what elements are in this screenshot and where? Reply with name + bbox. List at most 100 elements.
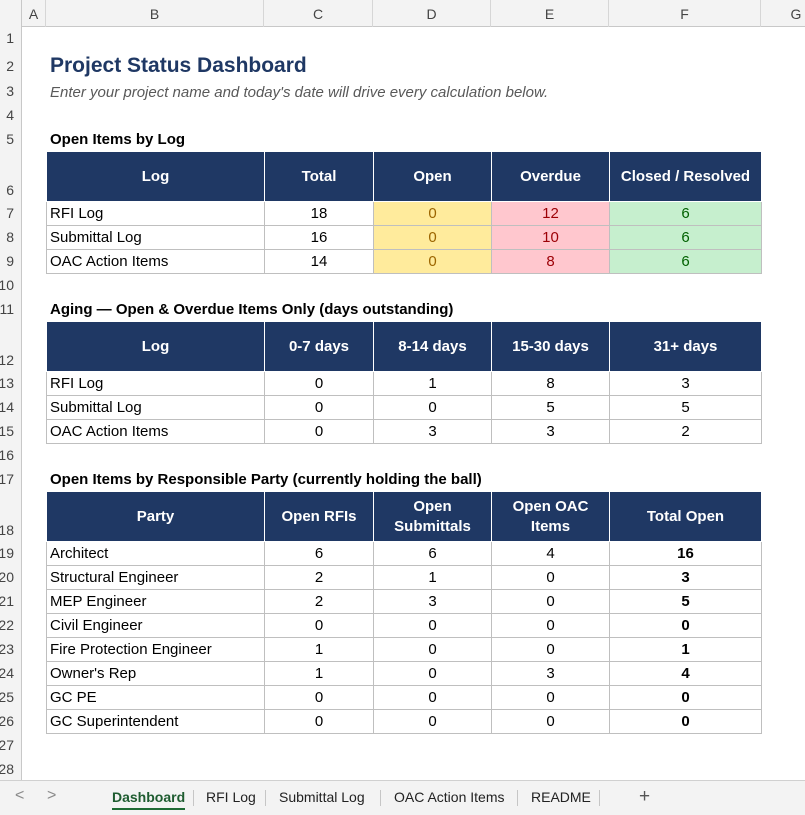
aging-cell[interactable]: 3 [609,371,762,396]
select-all-corner[interactable] [0,0,22,27]
row-header[interactable]: 20 [0,569,14,585]
column-header-g[interactable]: G [761,0,805,27]
row-header[interactable]: 11 [0,301,14,317]
open-cell[interactable]: 0 [373,201,492,226]
chevron-right-icon[interactable]: > [47,787,56,805]
rfis-cell[interactable]: 2 [264,565,374,590]
row-header[interactable]: 15 [0,423,14,439]
total-open-cell[interactable]: 4 [609,661,762,686]
submittals-cell[interactable]: 0 [373,637,492,662]
rfis-cell[interactable]: 1 [264,637,374,662]
total-open-cell[interactable]: 1 [609,637,762,662]
row-header[interactable]: 7 [0,205,14,221]
aging-cell[interactable]: 5 [609,395,762,420]
aging-cell[interactable]: 8 [491,371,610,396]
overdue-cell[interactable]: 10 [491,225,610,250]
header-cell[interactable]: Party [46,491,265,542]
total-cell[interactable]: 16 [264,225,374,250]
aging-cell[interactable]: 3 [373,419,492,444]
overdue-cell[interactable]: 8 [491,249,610,274]
log-name-cell[interactable]: RFI Log [46,371,265,396]
aging-cell[interactable]: 3 [491,419,610,444]
row-header[interactable]: 23 [0,641,14,657]
aging-cell[interactable]: 0 [264,419,374,444]
total-open-cell[interactable]: 16 [609,541,762,566]
header-cell[interactable]: Open [373,151,492,202]
header-cell[interactable]: Total Open [609,491,762,542]
row-header[interactable]: 27 [0,737,14,753]
overdue-cell[interactable]: 12 [491,201,610,226]
log-name-cell[interactable]: OAC Action Items [46,419,265,444]
log-name-cell[interactable]: Submittal Log [46,225,265,250]
party-name-cell[interactable]: Fire Protection Engineer [46,637,265,662]
tab-readme[interactable]: README [531,788,591,810]
worksheet[interactable]: Project Status Dashboard Enter your proj… [22,27,805,780]
submittals-cell[interactable]: 0 [373,709,492,734]
row-header[interactable]: 25 [0,689,14,705]
header-cell[interactable]: 8-14 days [373,321,492,372]
column-header-c[interactable]: C [264,0,373,27]
chevron-left-icon[interactable]: < [15,787,24,805]
party-name-cell[interactable]: Architect [46,541,265,566]
aging-cell[interactable]: 0 [264,395,374,420]
tab-dashboard[interactable]: Dashboard [112,788,186,810]
header-cell[interactable]: Closed / Resolved [609,151,762,202]
total-open-cell[interactable]: 5 [609,589,762,614]
oac-cell[interactable]: 0 [491,685,610,710]
header-cell[interactable]: Open Submittals [373,491,492,542]
row-header[interactable]: 22 [0,617,14,633]
row-header[interactable]: 13 [0,375,14,391]
party-name-cell[interactable]: Owner's Rep [46,661,265,686]
header-cell[interactable]: 0-7 days [264,321,374,372]
header-cell[interactable]: Open OAC Items [491,491,610,542]
total-open-cell[interactable]: 3 [609,565,762,590]
row-header[interactable]: 14 [0,399,14,415]
submittals-cell[interactable]: 6 [373,541,492,566]
rfis-cell[interactable]: 0 [264,685,374,710]
aging-cell[interactable]: 1 [373,371,492,396]
column-header-d[interactable]: D [373,0,491,27]
rfis-cell[interactable]: 1 [264,661,374,686]
row-header[interactable]: 28 [0,761,14,777]
oac-cell[interactable]: 0 [491,709,610,734]
party-name-cell[interactable]: MEP Engineer [46,589,265,614]
party-name-cell[interactable]: Structural Engineer [46,565,265,590]
total-open-cell[interactable]: 0 [609,685,762,710]
aging-cell[interactable]: 0 [373,395,492,420]
row-header[interactable]: 17 [0,471,14,487]
tab-submittal-log[interactable]: Submittal Log [279,788,365,810]
aging-cell[interactable]: 0 [264,371,374,396]
party-name-cell[interactable]: GC PE [46,685,265,710]
submittals-cell[interactable]: 1 [373,565,492,590]
aging-cell[interactable]: 5 [491,395,610,420]
header-cell[interactable]: Open RFIs [264,491,374,542]
header-cell[interactable]: Log [46,151,265,202]
open-cell[interactable]: 0 [373,249,492,274]
row-header[interactable]: 10 [0,277,14,293]
tab-rfi-log[interactable]: RFI Log [206,788,256,810]
row-header[interactable]: 16 [0,447,14,463]
row-header[interactable]: 2 [0,58,14,74]
total-open-cell[interactable]: 0 [609,709,762,734]
column-header-e[interactable]: E [491,0,609,27]
row-header[interactable]: 1 [0,30,14,46]
row-header[interactable]: 18 [0,522,14,538]
row-header[interactable]: 8 [0,229,14,245]
log-name-cell[interactable]: Submittal Log [46,395,265,420]
oac-cell[interactable]: 3 [491,661,610,686]
row-header[interactable]: 9 [0,253,14,269]
header-cell[interactable]: Total [264,151,374,202]
rfis-cell[interactable]: 0 [264,613,374,638]
log-name-cell[interactable]: RFI Log [46,201,265,226]
rfis-cell[interactable]: 2 [264,589,374,614]
submittals-cell[interactable]: 0 [373,613,492,638]
total-open-cell[interactable]: 0 [609,613,762,638]
aging-cell[interactable]: 2 [609,419,762,444]
tab-oac-action-items[interactable]: OAC Action Items [394,788,504,810]
closed-cell[interactable]: 6 [609,201,762,226]
oac-cell[interactable]: 0 [491,589,610,614]
plus-icon[interactable]: + [639,786,650,808]
closed-cell[interactable]: 6 [609,249,762,274]
column-header-f[interactable]: F [609,0,761,27]
header-cell[interactable]: Log [46,321,265,372]
